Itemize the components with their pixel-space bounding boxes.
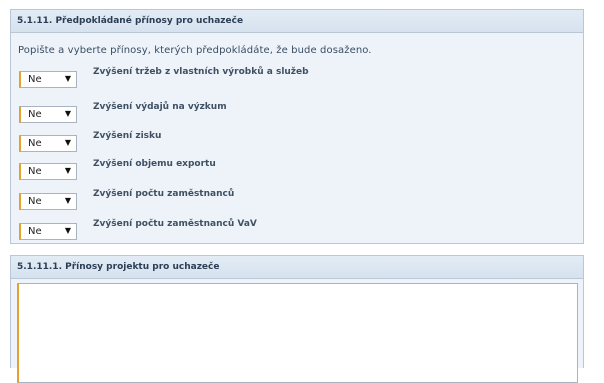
benefit-select[interactable]: Ne ▼ bbox=[19, 71, 77, 88]
project-benefits-textarea[interactable] bbox=[17, 283, 578, 383]
select-value: Ne bbox=[28, 226, 42, 237]
dropdown-arrow-icon: ▼ bbox=[64, 166, 71, 175]
benefit-label: Zvýšení objemu exportu bbox=[93, 159, 216, 169]
dropdown-arrow-icon: ▼ bbox=[64, 138, 71, 147]
dropdown-arrow-icon: ▼ bbox=[64, 109, 71, 118]
dropdown-arrow-icon: ▼ bbox=[64, 196, 71, 205]
benefit-label: Zvýšení tržeb z vlastních výrobků a služ… bbox=[93, 67, 309, 77]
project-benefits-panel: 5.1.11.1. Přínosy projektu pro uchazeče bbox=[10, 255, 584, 383]
select-value: Ne bbox=[28, 196, 42, 207]
select-value: Ne bbox=[28, 109, 42, 120]
select-value: Ne bbox=[28, 166, 42, 177]
dropdown-arrow-icon: ▼ bbox=[64, 226, 71, 235]
benefit-label: Zvýšení zisku bbox=[93, 131, 162, 141]
section-description: Popište a vyberte přínosy, kterých předp… bbox=[18, 45, 372, 56]
select-value: Ne bbox=[28, 138, 42, 149]
section-title: 5.1.11. Předpokládané přínosy pro uchaze… bbox=[11, 10, 583, 33]
benefit-select[interactable]: Ne ▼ bbox=[19, 163, 77, 180]
dropdown-arrow-icon: ▼ bbox=[64, 74, 71, 83]
section-title: 5.1.11.1. Přínosy projektu pro uchazeče bbox=[11, 256, 583, 279]
benefit-label: Zvýšení počtu zaměstnanců bbox=[93, 189, 235, 199]
benefit-label: Zvýšení počtu zaměstnanců VaV bbox=[93, 219, 257, 229]
select-value: Ne bbox=[28, 74, 42, 85]
benefit-select[interactable]: Ne ▼ bbox=[19, 106, 77, 123]
benefit-select[interactable]: Ne ▼ bbox=[19, 135, 77, 152]
benefit-select[interactable]: Ne ▼ bbox=[19, 193, 77, 210]
benefit-select[interactable]: Ne ▼ bbox=[19, 223, 77, 240]
benefits-panel: 5.1.11. Předpokládané přínosy pro uchaze… bbox=[10, 9, 584, 244]
benefit-label: Zvýšení výdajů na výzkum bbox=[93, 102, 227, 112]
